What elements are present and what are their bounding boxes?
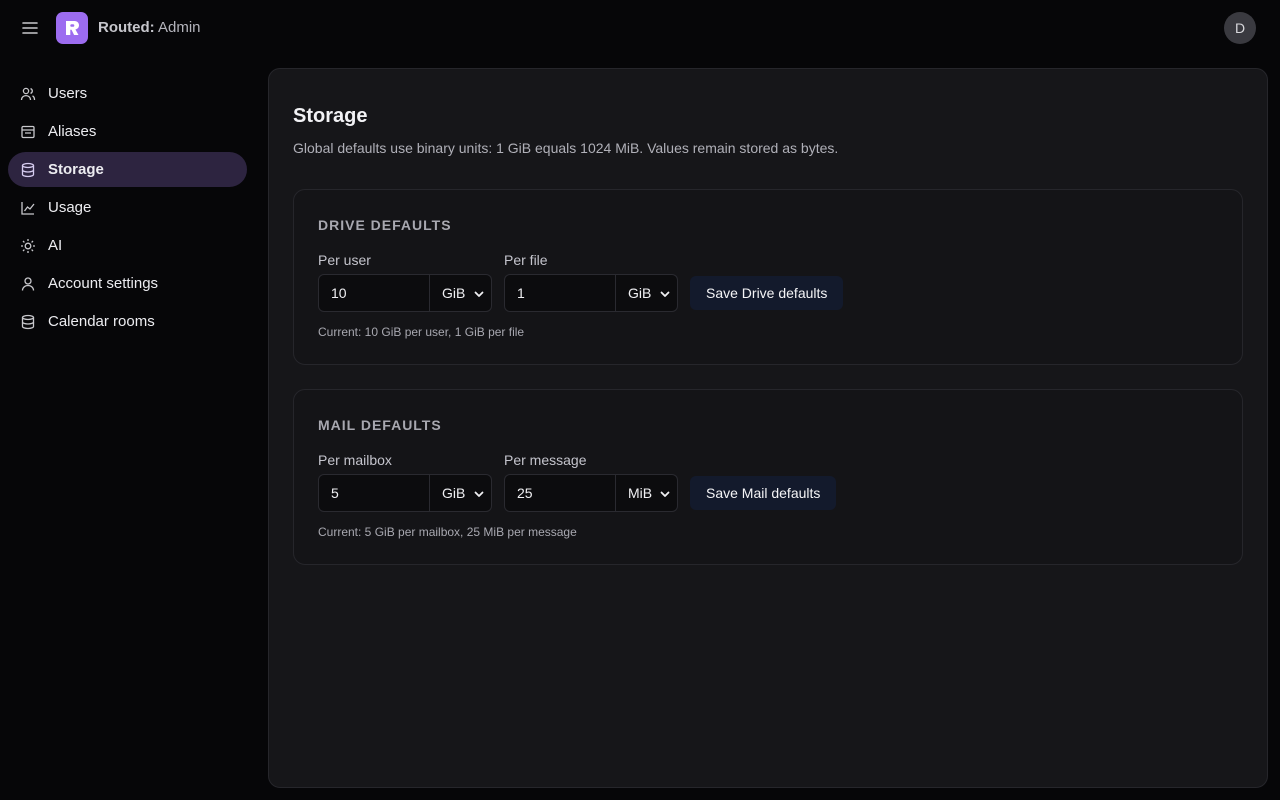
sidebar-item-users[interactable]: Users [8,76,247,111]
chart-line-icon [20,200,36,216]
selected-unit: MiB [628,485,653,501]
save-drive-defaults-button[interactable]: Save Drive defaults [690,276,844,310]
sidebar-item-calendar-rooms[interactable]: Calendar rooms [8,304,247,339]
sidebar-item-label: Account settings [48,275,159,292]
sidebar-item-label: Users [48,85,88,102]
sidebar-item-aliases[interactable]: Aliases [8,114,247,149]
per-file-label: Per file [504,252,548,268]
sidebar-item-storage[interactable]: Storage [8,152,247,187]
selected-unit: GiB [442,285,466,301]
sidebar-item-label: AI [48,237,63,254]
per-mailbox-field: GiB [318,474,492,512]
per-file-input[interactable] [504,274,616,312]
chevron-down-icon [474,491,484,497]
mail-current-summary: Current: 5 GiB per mailbox, 25 MiB per m… [318,525,577,539]
storage-panel: Storage Global defaults use binary units… [268,68,1268,788]
sidebar: Users Aliases Storage Usage AI Account s… [8,76,247,342]
per-user-label: Per user [318,252,371,268]
sidebar-item-label: Storage [48,161,104,178]
sidebar-item-label: Calendar rooms [48,313,155,330]
app-name: Routed: [98,19,155,36]
user-icon [20,276,36,292]
sidebar-item-ai[interactable]: AI [8,228,247,263]
database-icon [20,314,36,330]
drive-defaults-section: DRIVE DEFAULTS Per user GiB Per file GiB… [293,189,1243,365]
sidebar-item-label: Aliases [48,123,97,140]
app-suffix: Admin [154,19,201,36]
per-file-unit-select[interactable]: GiB [616,274,678,312]
sidebar-item-usage[interactable]: Usage [8,190,247,225]
per-mailbox-unit-select[interactable]: GiB [430,474,492,512]
hamburger-icon[interactable] [18,16,42,40]
chevron-down-icon [660,291,670,297]
sun-icon [20,238,36,254]
per-user-input[interactable] [318,274,430,312]
mail-defaults-section: MAIL DEFAULTS Per mailbox GiB Per messag… [293,389,1243,565]
page-title: Storage [293,105,368,127]
top-bar: Routed: Admin D [0,0,1280,56]
per-message-label: Per message [504,452,587,468]
per-user-unit-select[interactable]: GiB [430,274,492,312]
per-file-field: GiB [504,274,678,312]
per-mailbox-label: Per mailbox [318,452,392,468]
per-message-field: MiB [504,474,678,512]
section-title: MAIL DEFAULTS [318,417,442,433]
per-message-input[interactable] [504,474,616,512]
selected-unit: GiB [442,485,466,501]
per-mailbox-input[interactable] [318,474,430,512]
aliases-icon [20,124,36,140]
selected-unit: GiB [628,285,652,301]
database-icon [20,162,36,178]
app-title: Routed: Admin [98,19,201,36]
save-mail-defaults-button[interactable]: Save Mail defaults [690,476,837,510]
avatar[interactable]: D [1224,12,1256,44]
per-user-field: GiB [318,274,492,312]
section-title: DRIVE DEFAULTS [318,217,452,233]
routed-logo[interactable] [56,12,88,44]
chevron-down-icon [474,291,484,297]
sidebar-item-label: Usage [48,199,92,216]
page-description: Global defaults use binary units: 1 GiB … [293,140,839,156]
chevron-down-icon [660,491,670,497]
per-message-unit-select[interactable]: MiB [616,474,678,512]
sidebar-item-account-settings[interactable]: Account settings [8,266,247,301]
users-icon [20,86,36,102]
drive-current-summary: Current: 10 GiB per user, 1 GiB per file [318,325,525,339]
